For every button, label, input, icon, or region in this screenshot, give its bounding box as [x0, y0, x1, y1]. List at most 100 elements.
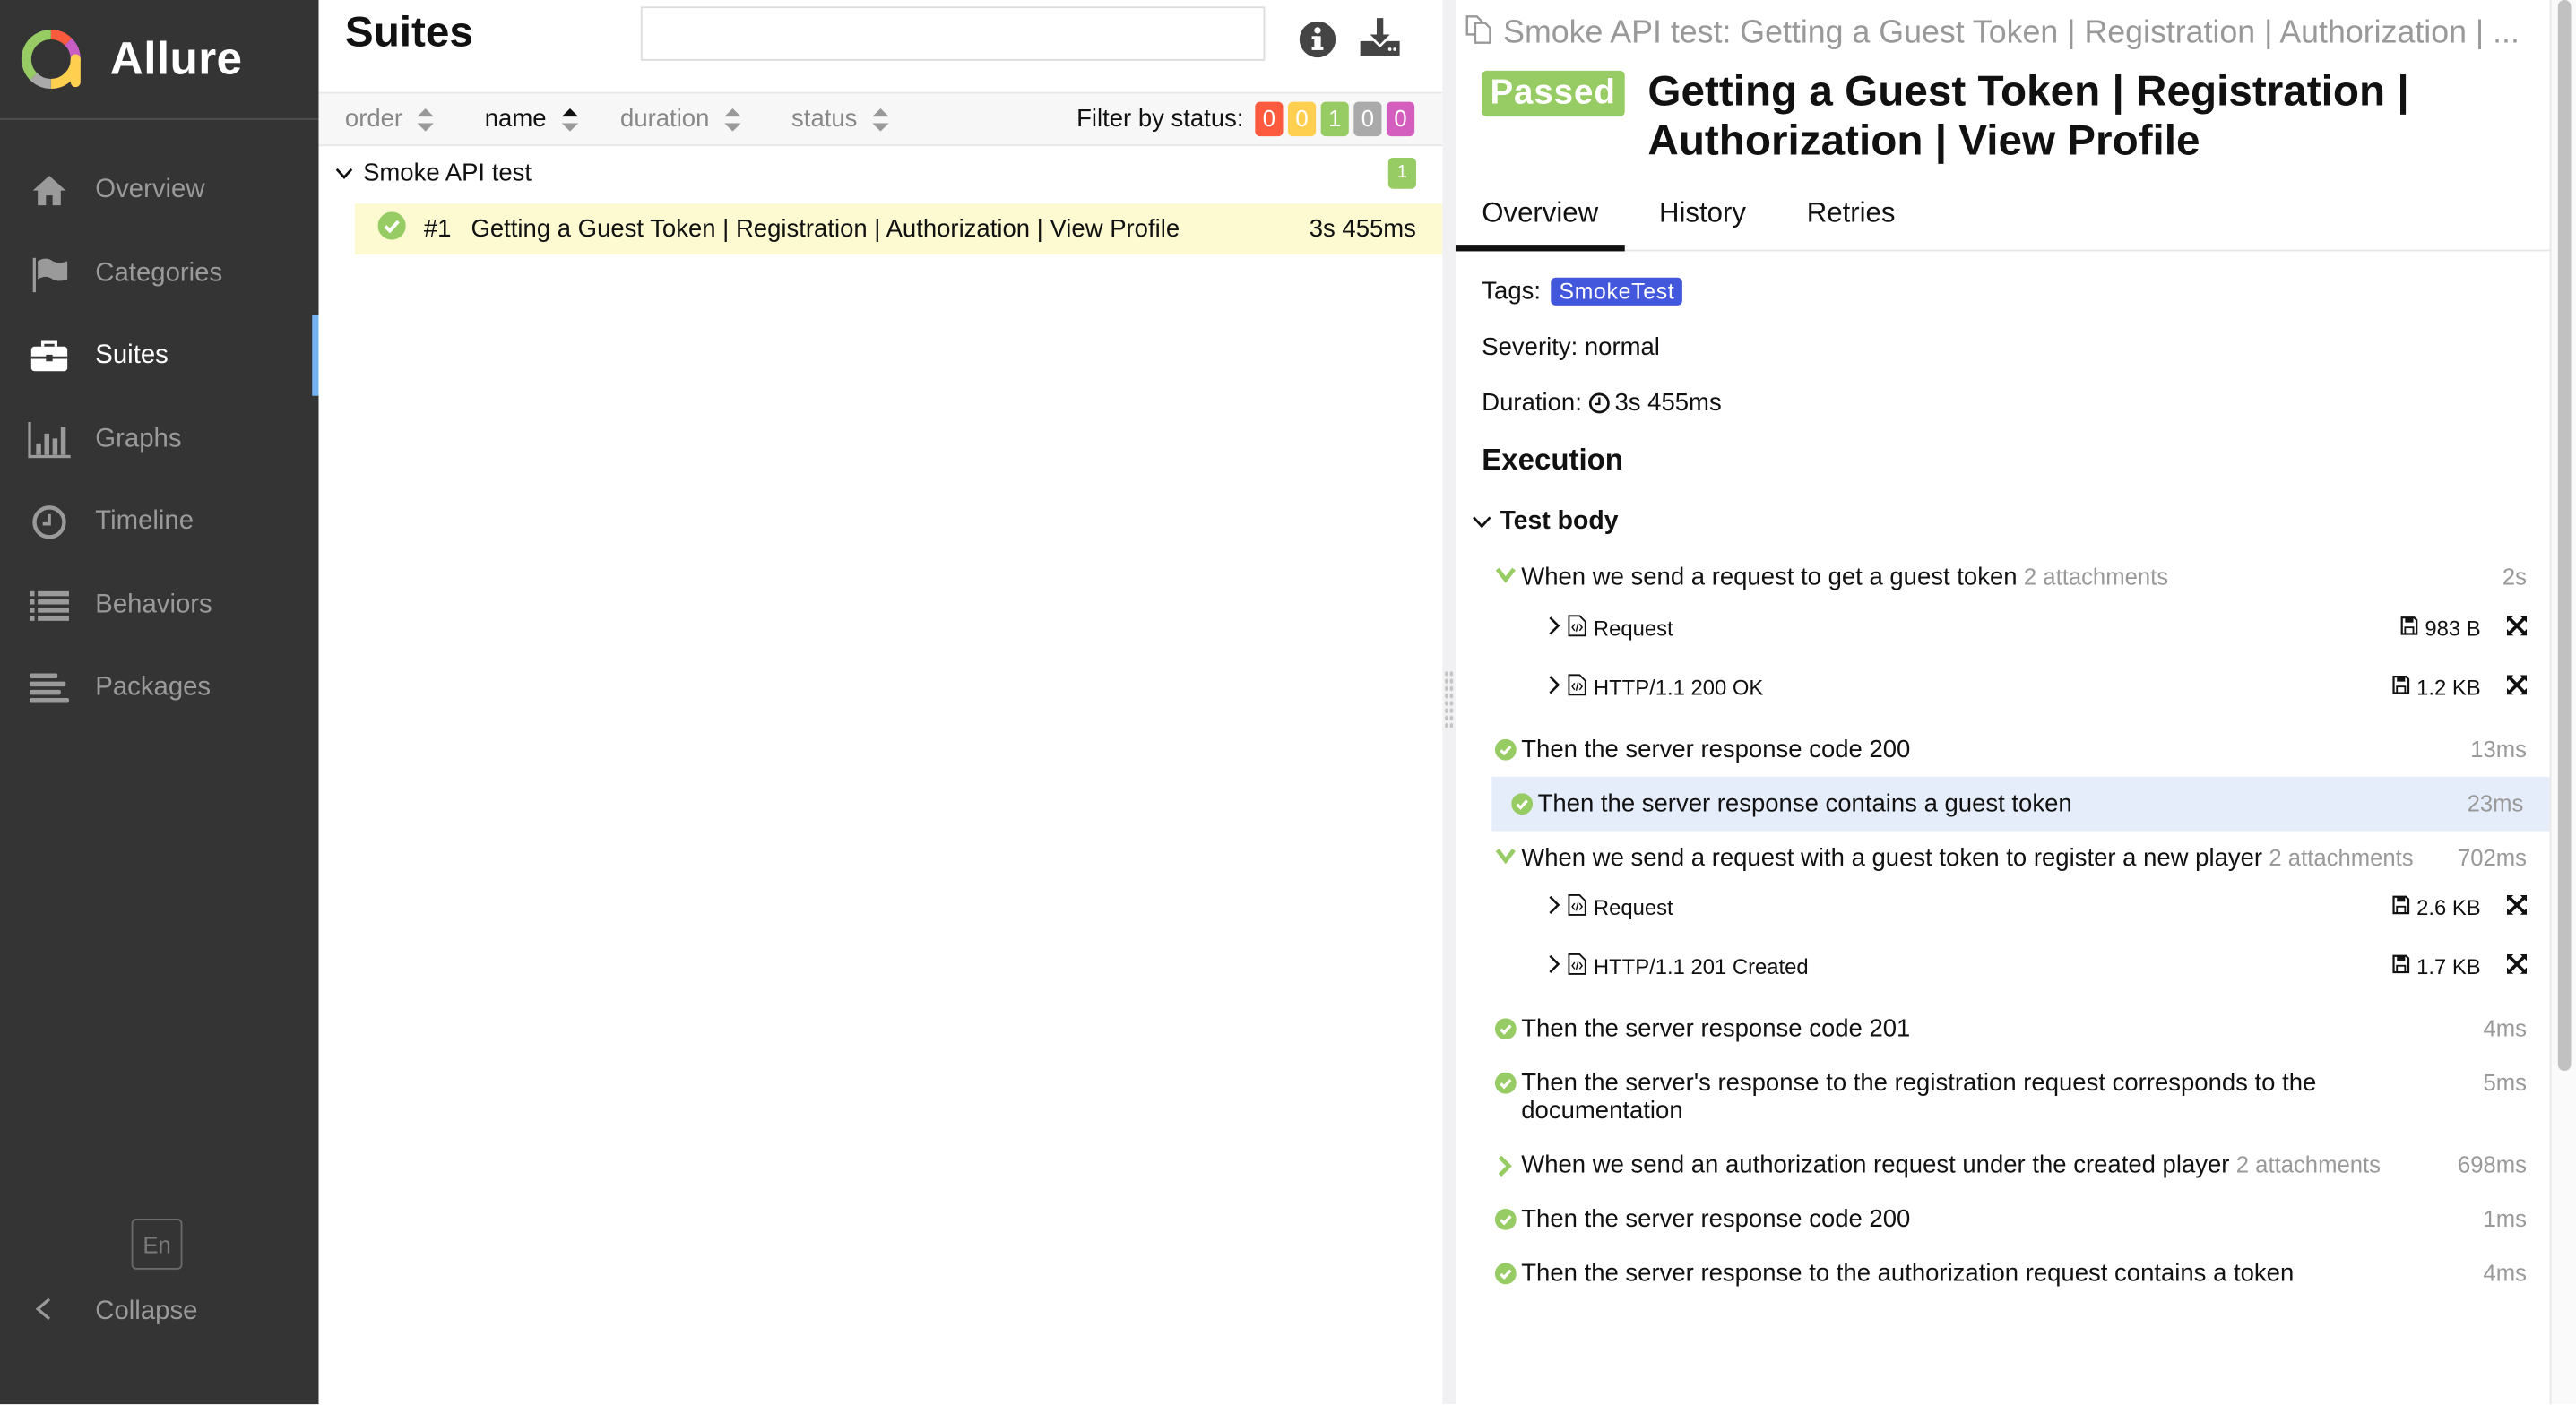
list-icon [28, 588, 71, 624]
attachment-size: 2.6 KB [2416, 894, 2481, 919]
suite-group-row[interactable]: Smoke API test 1 [319, 151, 1443, 194]
test-number: #1 [423, 215, 452, 244]
filter-broken-badge[interactable]: 0 [1287, 101, 1317, 137]
floppy-disk-icon [2392, 894, 2410, 918]
sort-arrows-icon [871, 108, 889, 131]
expand-icon[interactable] [2507, 952, 2528, 978]
sort-asc-icon [561, 108, 578, 131]
sidebar-item-suites[interactable]: Suites [0, 315, 319, 399]
collapse-button[interactable]: Collapse [0, 1288, 197, 1337]
attachment-name: Request [1593, 894, 1673, 919]
sidebar: Allure Overview Categories Suites Graphs… [0, 0, 319, 1405]
duration-value: 3s 455ms [1614, 389, 1722, 418]
attachment-row[interactable]: HTTP/1.1 200 OK 1.2 KB [1548, 672, 2528, 702]
filter-passed-badge[interactable]: 1 [1320, 101, 1349, 137]
chevron-down-green-icon [1491, 848, 1517, 865]
passed-check-icon [1491, 738, 1517, 761]
code-file-icon [1568, 892, 1587, 920]
sidebar-item-label: Categories [95, 259, 223, 288]
tag-badge[interactable]: SmokeTest [1551, 277, 1683, 306]
tab-retries[interactable]: Retries [1772, 181, 1922, 246]
step-duration: 2s [2502, 563, 2528, 590]
floppy-disk-icon [2392, 953, 2410, 978]
sort-bar: order name duration status Filter by sta… [318, 91, 1443, 147]
expand-icon[interactable] [2507, 615, 2528, 639]
tags-label: Tags: [1482, 277, 1542, 306]
detail-scrollbar[interactable] [2549, 0, 2576, 1405]
filter-unknown-badge[interactable]: 0 [1386, 101, 1415, 137]
test-duration: 3s 455ms [1309, 215, 1416, 244]
sidebar-item-label: Timeline [95, 507, 194, 536]
step-row-highlighted[interactable]: Then the server response contains a gues… [1491, 776, 2550, 832]
code-file-icon [1568, 673, 1587, 701]
bar-chart-icon [28, 421, 71, 458]
pane-splitter[interactable] [1442, 0, 1456, 1405]
sort-by-duration[interactable]: duration [620, 105, 741, 134]
scrollbar-thumb[interactable] [2557, 0, 2572, 1072]
attachment-row[interactable]: Request 2.6 KB [1548, 892, 2528, 921]
chevron-down-icon [1472, 507, 1491, 537]
attachment-row[interactable]: HTTP/1.1 201 Created 1.7 KB [1548, 951, 2528, 980]
step-row[interactable]: Then the server response code 201 4ms [1491, 1015, 2527, 1043]
sort-label: duration [620, 105, 710, 134]
sidebar-item-categories[interactable]: Categories [0, 232, 319, 315]
step-row[interactable]: Then the server response code 200 1ms [1491, 1205, 2528, 1234]
step-name: When we send a request with a guest toke… [1521, 844, 2263, 873]
chevron-down-icon [335, 159, 353, 186]
step-row[interactable]: When we send a request with a guest toke… [1491, 844, 2527, 872]
sidebar-item-label: Behaviors [95, 590, 212, 619]
attachment-name: Request [1593, 615, 1673, 640]
chevron-right-icon [1548, 953, 1561, 978]
expand-icon[interactable] [2507, 674, 2528, 698]
attachment-row[interactable]: Request 983 B [1548, 613, 2528, 642]
test-row[interactable]: #1 Getting a Guest Token | Registration … [354, 203, 1443, 255]
attachment-name: HTTP/1.1 201 Created [1593, 952, 1809, 978]
sidebar-item-behaviors[interactable]: Behaviors [0, 565, 319, 648]
expand-icon[interactable] [2507, 894, 2528, 918]
sidebar-item-label: Overview [95, 176, 205, 204]
info-icon[interactable] [1298, 20, 1337, 65]
filter-skipped-badge[interactable]: 0 [1353, 101, 1382, 137]
step-attachments-count: 2 attachments [2269, 844, 2414, 871]
sidebar-item-packages[interactable]: Packages [0, 647, 319, 730]
sort-by-status[interactable]: status [791, 105, 889, 134]
download-icon[interactable] [1359, 16, 1402, 65]
splitter-grip-icon [1444, 669, 1455, 729]
sidebar-item-graphs[interactable]: Graphs [0, 398, 319, 481]
step-row[interactable]: Then the server response code 200 13ms [1491, 736, 2527, 763]
test-body-label: Test body [1500, 507, 1619, 536]
test-detail-pane: Smoke API test: Getting a Guest Token | … [1455, 0, 2550, 1405]
sidebar-item-timeline[interactable]: Timeline [0, 481, 319, 565]
step-duration: 1ms [2483, 1205, 2528, 1232]
step-row[interactable]: When we send a request to get a guest to… [1491, 564, 2527, 591]
suites-pane: Suites order name duration status Filter… [318, 0, 1443, 1405]
brand[interactable]: Allure [0, 0, 319, 120]
breadcrumb: Smoke API test: Getting a Guest Token | … [1464, 12, 2520, 55]
copy-icon[interactable] [1464, 12, 1497, 55]
floppy-disk-icon [2392, 674, 2410, 698]
search-input[interactable] [640, 6, 1266, 61]
sort-by-name[interactable]: name [485, 105, 578, 133]
language-switch-button[interactable]: En [131, 1219, 183, 1270]
step-row[interactable]: Then the server's response to the regist… [1491, 1069, 2527, 1125]
sidebar-item-overview[interactable]: Overview [0, 150, 319, 233]
sort-by-order[interactable]: order [345, 105, 434, 133]
sort-label: order [344, 105, 403, 134]
tab-history[interactable]: History [1624, 181, 1772, 246]
sidebar-item-label: Graphs [95, 425, 182, 453]
code-file-icon [1568, 614, 1587, 642]
collapse-label: Collapse [95, 1297, 198, 1326]
filter-failed-badge[interactable]: 0 [1255, 101, 1284, 137]
step-duration: 4ms [2483, 1014, 2528, 1042]
sort-label: status [791, 105, 858, 134]
tab-overview[interactable]: Overview [1455, 181, 1625, 252]
chevron-left-icon [33, 1295, 63, 1329]
flag-icon [28, 255, 71, 292]
passed-check-icon [1508, 793, 1534, 815]
test-body-toggle[interactable]: Test body [1472, 507, 1619, 537]
step-row[interactable]: When we send an authorization request un… [1491, 1151, 2527, 1179]
briefcase-icon [28, 339, 71, 375]
step-row[interactable]: Then the server response to the authoriz… [1491, 1260, 2527, 1288]
breadcrumb-text[interactable]: Smoke API test: Getting a Guest Token | … [1503, 14, 2520, 52]
sidebar-item-label: Suites [95, 341, 169, 370]
